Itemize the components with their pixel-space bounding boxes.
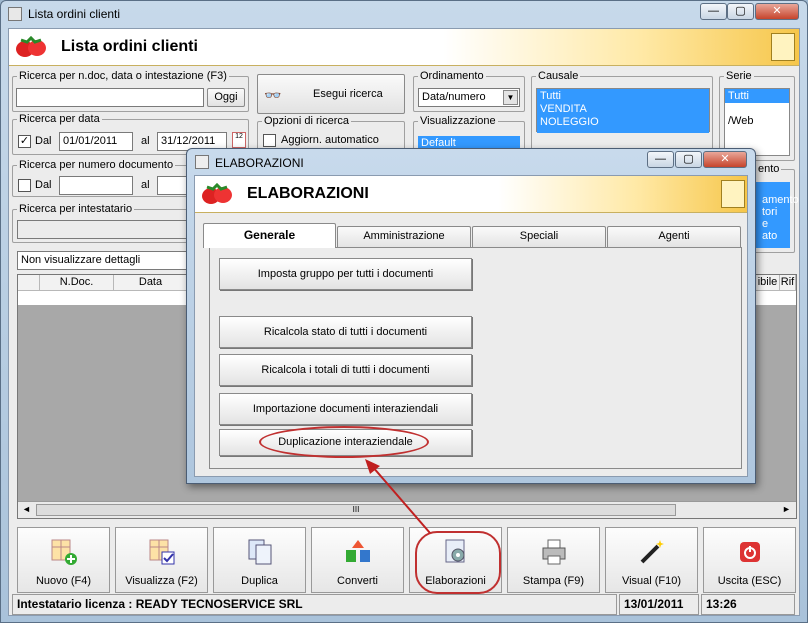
- scrollbar-thumb[interactable]: III: [36, 504, 676, 516]
- ordinamento-select[interactable]: Data/numero ▼: [418, 88, 520, 107]
- grid-header-rif[interactable]: Rif: [780, 275, 796, 291]
- list-item[interactable]: NOLEGGIO: [540, 116, 706, 129]
- minimize-button[interactable]: —: [700, 3, 727, 20]
- scroll-right-icon[interactable]: ►: [782, 504, 791, 514]
- exit-icon: [736, 538, 764, 566]
- oggi-button[interactable]: Oggi: [207, 88, 245, 107]
- esegui-ricerca-button[interactable]: 👓 Esegui ricerca: [257, 74, 405, 114]
- tab-amministrazione[interactable]: Amministrazione: [337, 226, 471, 247]
- visual-button[interactable]: Visual (F10): [605, 527, 698, 593]
- status-licenza: Intestatario licenza : READY TECNOSERVIC…: [12, 594, 617, 615]
- users-document-icon[interactable]: [721, 180, 745, 208]
- window-title: Lista ordini clienti: [28, 7, 121, 21]
- nuovo-button[interactable]: Nuovo (F4): [17, 527, 110, 593]
- horizontal-scrollbar[interactable]: ◄ III ►: [18, 501, 796, 518]
- strawberry-logo-icon: [199, 182, 235, 206]
- app-icon: [8, 7, 22, 21]
- page-title: Lista ordini clienti: [61, 38, 198, 55]
- header-band: Lista ordini clienti: [9, 29, 799, 66]
- status-time: 13:26: [701, 594, 795, 615]
- dialog-header-band: ELABORAZIONI: [195, 176, 747, 213]
- dialog-page-title: ELABORAZIONI: [247, 185, 369, 202]
- ndoc-search-input[interactable]: [16, 88, 204, 107]
- tab-speciali[interactable]: Speciali: [472, 226, 606, 247]
- highlight-elaborazioni-oval: [415, 531, 501, 594]
- new-document-icon: [50, 538, 78, 566]
- duplica-button[interactable]: Duplica: [213, 527, 306, 593]
- ordinamento-group: Ordinamento Data/numero ▼: [413, 70, 525, 112]
- numdoc-dal-field[interactable]: [59, 176, 133, 195]
- grid-header-ndoc[interactable]: N.Doc.: [40, 275, 114, 291]
- convert-icon: [344, 538, 372, 566]
- dialog-title: ELABORAZIONI: [215, 156, 304, 170]
- maximize-button[interactable]: ▢: [727, 3, 754, 20]
- causale-list[interactable]: Tutti VENDITA NOLEGGIO: [536, 88, 710, 133]
- close-button[interactable]: ✕: [755, 3, 799, 20]
- chevron-down-icon[interactable]: ▼: [503, 90, 518, 105]
- imposta-gruppo-button[interactable]: Imposta gruppo per tutti i documenti: [219, 258, 472, 290]
- list-item[interactable]: VENDITA: [540, 103, 706, 116]
- magic-wand-icon: [638, 538, 666, 566]
- strawberry-logo-icon: [13, 35, 49, 59]
- scroll-left-icon[interactable]: ◄: [22, 504, 31, 514]
- dal-date-field[interactable]: 01/01/2011: [59, 132, 133, 151]
- view-document-icon: [148, 538, 176, 566]
- printer-icon: [540, 538, 568, 566]
- tab-generale[interactable]: Generale: [203, 223, 336, 248]
- grid-header-data[interactable]: Data: [114, 275, 188, 291]
- dialog-minimize-button[interactable]: —: [647, 151, 674, 168]
- ndoc-search-group: Ricerca per n.doc, data o intestazione (…: [12, 70, 249, 112]
- list-item[interactable]: /Web: [725, 103, 789, 127]
- importazione-button[interactable]: Importazione documenti interaziendali: [219, 393, 472, 425]
- calendar-icon[interactable]: 12: [232, 132, 246, 148]
- serie-list[interactable]: Tutti /Web: [724, 88, 790, 156]
- uscita-button[interactable]: Uscita (ESC): [703, 527, 796, 593]
- title-bar[interactable]: Lista ordini clienti — ▢ ✕: [0, 0, 808, 28]
- binoculars-icon: 👓: [264, 87, 282, 103]
- list-item[interactable]: Tutti: [540, 90, 706, 103]
- grid-header-ibile[interactable]: ibile: [756, 275, 780, 291]
- elaborazioni-dialog[interactable]: ELABORAZIONI — ▢ ✕ ELABORAZIONI Generale…: [186, 148, 756, 484]
- highlight-duplicazione-oval: [259, 426, 429, 458]
- visualizza-button[interactable]: Visualizza (F2): [115, 527, 208, 593]
- duplicate-icon: [246, 538, 274, 566]
- dal-checkbox[interactable]: ✓: [18, 135, 31, 148]
- numdoc-checkbox[interactable]: [18, 179, 31, 192]
- status-date: 13/01/2011: [619, 594, 699, 615]
- ricalcola-stato-button[interactable]: Ricalcola stato di tutti i documenti: [219, 316, 472, 348]
- dialog-maximize-button[interactable]: ▢: [675, 151, 702, 168]
- list-item[interactable]: Tutti: [725, 89, 789, 103]
- dialog-client-area: ELABORAZIONI Generale Amministrazione Sp…: [194, 175, 748, 477]
- aggiorn-checkbox[interactable]: [263, 134, 276, 147]
- ricalcola-totali-button[interactable]: Ricalcola i totali di tutti i documenti: [219, 354, 472, 386]
- dialog-app-icon: [195, 155, 209, 169]
- tab-panel-generale: Imposta gruppo per tutti i documenti Ric…: [209, 247, 742, 469]
- dialog-close-button[interactable]: ✕: [703, 151, 747, 168]
- users-document-icon[interactable]: [771, 33, 795, 61]
- tab-agenti[interactable]: Agenti: [607, 226, 741, 247]
- converti-button[interactable]: Converti: [311, 527, 404, 593]
- stampa-button[interactable]: Stampa (F9): [507, 527, 600, 593]
